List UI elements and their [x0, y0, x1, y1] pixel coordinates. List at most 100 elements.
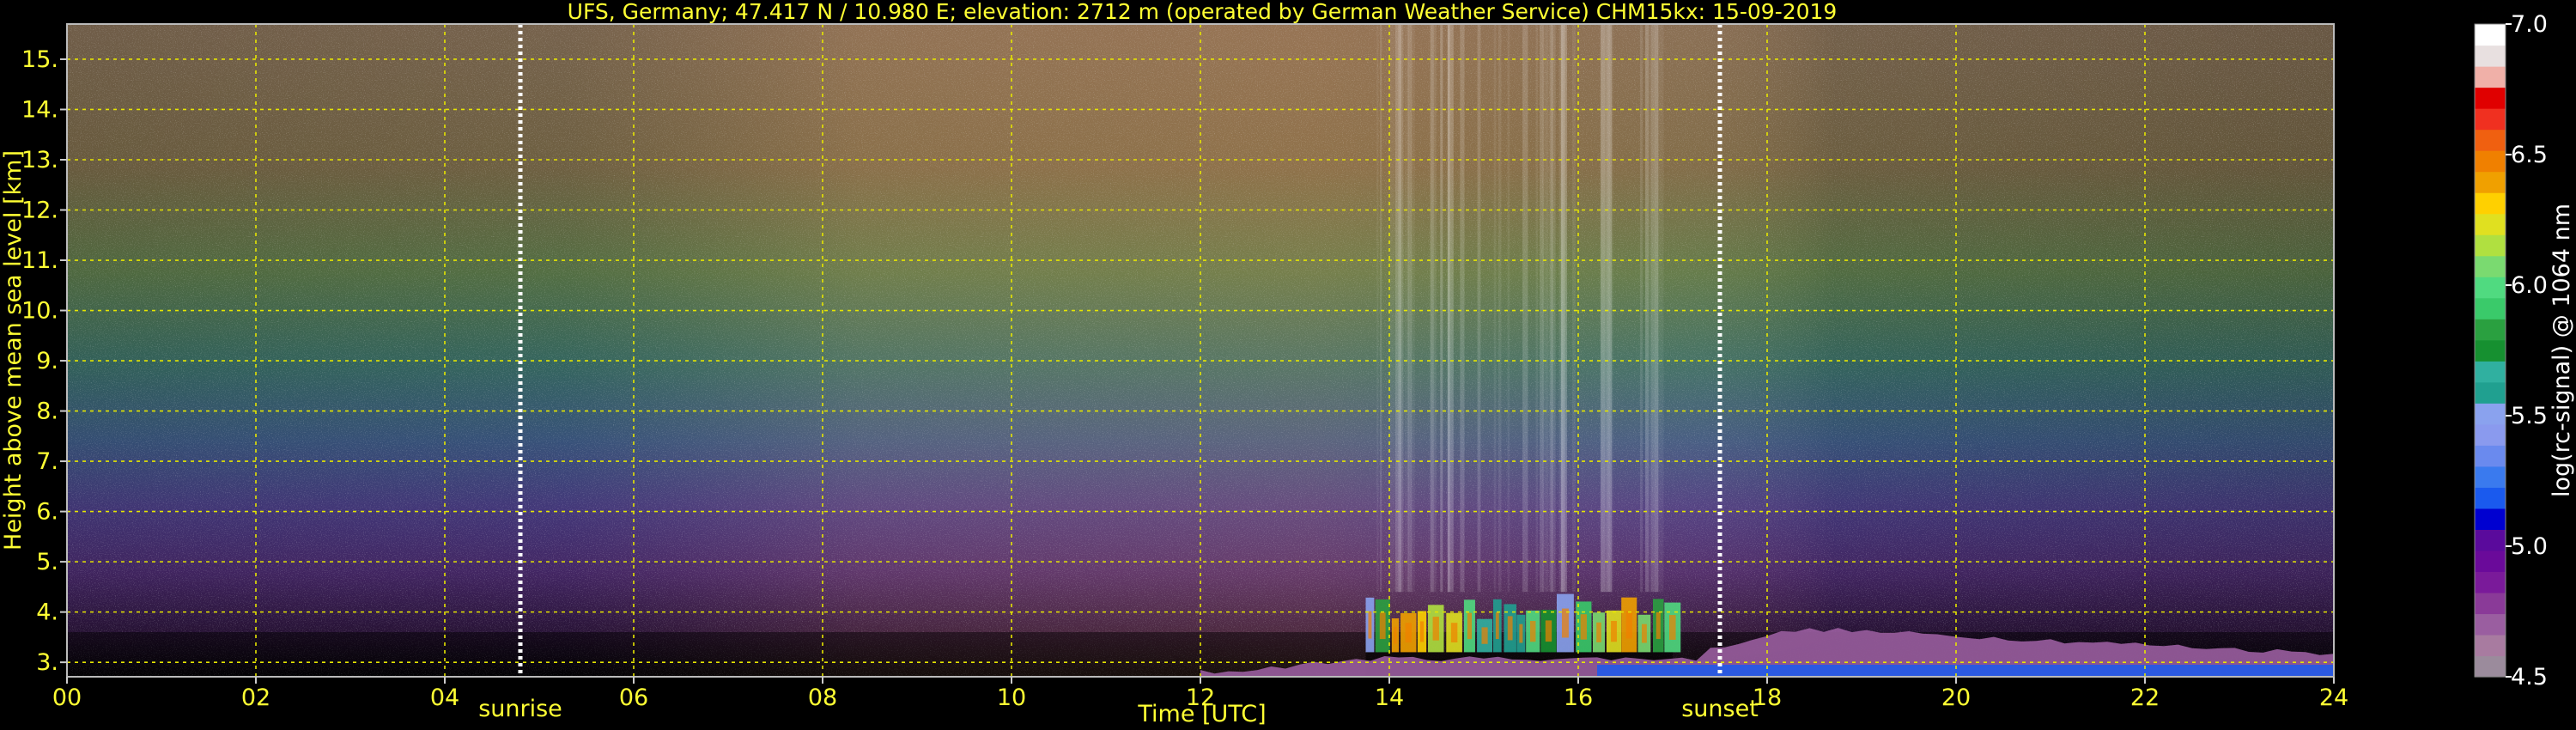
- colorbar-swatch: [2475, 234, 2506, 257]
- cloud-streak: [1447, 24, 1450, 593]
- x-tick-label: 22: [2130, 684, 2160, 711]
- cloud-core: [1394, 626, 1397, 644]
- cloud-core: [1507, 616, 1513, 641]
- cloud-streak: [1540, 24, 1543, 593]
- y-tick-label: 6.: [36, 499, 58, 526]
- colorbar-swatch: [2475, 319, 2506, 341]
- colorbar-swatch: [2475, 613, 2506, 636]
- cloud-core: [1368, 611, 1372, 639]
- colorbar-label: log(rc-signal) @ 1064 nm: [2549, 204, 2575, 497]
- colorbar-swatch: [2475, 213, 2506, 235]
- colorbar-swatch: [2475, 487, 2506, 509]
- cloud-streak: [1440, 24, 1443, 593]
- sun-annotation: sunrise: [478, 696, 562, 722]
- x-tick-label: 00: [52, 684, 82, 711]
- x-tick-label: 04: [430, 684, 459, 711]
- colorbar-swatch: [2475, 66, 2506, 88]
- cloud-streak: [1477, 24, 1481, 593]
- colorbar-swatch: [2475, 529, 2506, 551]
- colorbar-swatch: [2475, 129, 2506, 151]
- colorbar-tick-label: 7.0: [2511, 11, 2548, 38]
- y-tick-label: 15.: [21, 46, 58, 73]
- y-axis: 3. 4. 5. 6. 7. 8. 9. 10. 11. 12. 13. 14. 15.: [21, 46, 67, 676]
- colorbar-swatch: [2475, 277, 2506, 299]
- cloud-core: [1641, 624, 1647, 643]
- cloud-core: [1656, 611, 1661, 639]
- cloud-streak: [1376, 24, 1379, 593]
- colorbar-swatch: [2475, 423, 2506, 446]
- y-tick-label: 8.: [36, 398, 58, 425]
- y-axis-label: Height above mean sea level [km]: [0, 150, 27, 551]
- cloud-core: [1561, 608, 1569, 638]
- cloud-core: [1580, 614, 1587, 640]
- cloud-streak: [1493, 24, 1497, 593]
- colorbar-tick-label: 6.0: [2511, 272, 2548, 299]
- aerosol-layer-core: [1597, 665, 2334, 677]
- colorbar-swatch: [2475, 445, 2506, 467]
- colorbar-swatch: [2475, 108, 2506, 131]
- colorbar-swatch: [2475, 592, 2506, 615]
- cloud-streak: [1430, 24, 1434, 593]
- y-tick-label: 10.: [21, 298, 58, 325]
- colorbar-swatch: [2475, 339, 2506, 362]
- y-tick-label: 7.: [36, 448, 58, 475]
- y-tick-label: 11.: [21, 247, 58, 274]
- cloud-core: [1519, 624, 1523, 643]
- cloud-core: [1529, 621, 1536, 642]
- cloud-streak: [1639, 24, 1643, 593]
- x-tick-label: 20: [1941, 684, 1971, 711]
- cloud-core: [1379, 612, 1386, 640]
- x-tick-label: 02: [241, 684, 270, 711]
- colorbar-tick-label: 5.0: [2511, 533, 2548, 560]
- y-tick-label: 5.: [36, 549, 58, 575]
- colorbar-swatch: [2475, 403, 2506, 425]
- y-tick-label: 14.: [21, 96, 58, 123]
- cloud-core: [1467, 612, 1473, 640]
- colorbar: 4.5 5.0 5.5 6.0 6.5 7.0: [2474, 11, 2548, 690]
- y-tick-label: 13.: [21, 147, 58, 173]
- colorbar-swatch: [2475, 571, 2506, 593]
- colorbar-tick-label: 5.5: [2511, 403, 2548, 429]
- ceilometer-figure: 00 02 04 06 08 10 12 14 16 18 20 22 24 3.4.5.6.7.8.9…: [0, 0, 2575, 727]
- cloud-streak: [1522, 24, 1528, 593]
- x-tick-label: 16: [1564, 684, 1593, 711]
- cloud-core: [1419, 621, 1425, 642]
- colorbar-swatch: [2475, 508, 2506, 530]
- cloud-core: [1432, 617, 1439, 641]
- colorbar-swatch: [2475, 87, 2506, 109]
- chart-title: UFS, Germany; 47.417 N / 10.980 E; eleva…: [568, 0, 1838, 24]
- colorbar-swatch: [2475, 465, 2506, 488]
- colorbar-swatch: [2475, 634, 2506, 657]
- cloud-core: [1596, 622, 1601, 642]
- colorbar-swatch: [2475, 255, 2506, 277]
- colorbar-swatch: [2475, 171, 2506, 193]
- colorbar-swatch: [2475, 297, 2506, 319]
- colorbar-swatch: [2475, 550, 2506, 573]
- cloud-core: [1450, 623, 1458, 643]
- x-tick-label: 06: [619, 684, 648, 711]
- colorbar-swatch: [2475, 361, 2506, 383]
- cloud-core: [1481, 627, 1488, 644]
- cloud-core: [1405, 623, 1412, 643]
- cloud-core: [1495, 612, 1499, 640]
- cloud-core: [1669, 615, 1676, 640]
- cloud-core: [1545, 620, 1552, 642]
- colorbar-swatch: [2475, 192, 2506, 215]
- cloud-core: [1611, 621, 1617, 642]
- cloud-streak: [1407, 24, 1413, 593]
- colorbar-swatch: [2475, 381, 2506, 404]
- x-tick-label: 10: [997, 684, 1026, 711]
- colorbar-swatch: [2475, 24, 2506, 46]
- y-tick-label: 3.: [36, 649, 58, 676]
- y-tick-label: 9.: [36, 348, 58, 374]
- colorbar-swatch: [2475, 150, 2506, 173]
- sun-annotation: sunset: [1681, 696, 1759, 722]
- cloud-streak: [1655, 24, 1659, 593]
- y-tick-label: 4.: [36, 599, 58, 626]
- x-tick-label: 24: [2319, 684, 2348, 711]
- x-tick-label: 14: [1375, 684, 1404, 711]
- colorbar-swatch: [2475, 655, 2506, 678]
- cloud-core: [1625, 611, 1632, 639]
- colorbar-swatch: [2475, 45, 2506, 67]
- x-tick-label: 08: [808, 684, 837, 711]
